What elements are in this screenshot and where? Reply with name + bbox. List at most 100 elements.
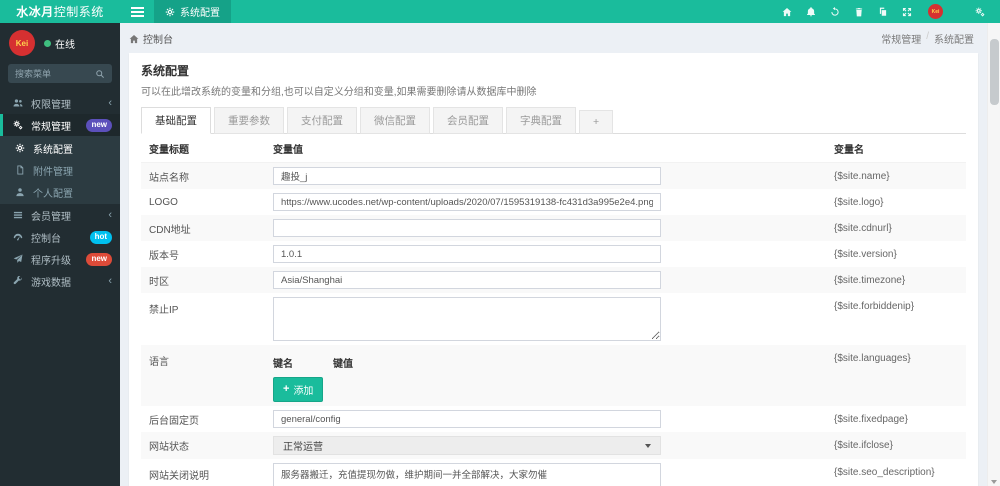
- bell-icon[interactable]: [799, 0, 823, 23]
- sidebar-avatar[interactable]: Kei: [9, 30, 35, 56]
- sidebar-item-system-config[interactable]: 系统配置: [0, 137, 120, 159]
- sidebar-item-general[interactable]: 常规管理 new: [0, 114, 120, 136]
- language-kv-headers: 键名 键值: [273, 355, 818, 370]
- sidebar-item-label: 控制台: [31, 233, 61, 245]
- row-label: 网站关闭说明: [149, 471, 209, 482]
- tab-label: 系统配置: [180, 8, 220, 19]
- wrench-icon: [12, 276, 24, 286]
- sidebar-menu: 权限管理 ‹ 常规管理 new 系统配置 附件管理 个人配置 会员管理 ‹ 控制…: [0, 92, 120, 292]
- table-row: LOGO {$site.logo}: [141, 189, 966, 215]
- selected-option: 正常运营: [283, 442, 323, 453]
- sidebar-item-profile[interactable]: 个人配置: [0, 181, 120, 203]
- send-icon: [12, 254, 24, 264]
- cdn-url-input[interactable]: [273, 219, 661, 237]
- sidebar-avatar-text: Kei: [15, 38, 29, 48]
- sidebar-item-upgrade[interactable]: 程序升级 new: [0, 248, 120, 270]
- row-label: CDN地址: [149, 224, 191, 236]
- table-row: 网站状态 正常运营 {$site.ifclose}: [141, 432, 966, 459]
- main-content: 控制台 常规管理 / 系统配置 系统配置 可以在此增改系统的变量和分组,也可以自…: [120, 23, 1000, 486]
- close-note-textarea[interactable]: 服务器搬迁，充值提现勿做，维护期间一并全部解决，大家勿催: [273, 463, 661, 486]
- trash-icon[interactable]: [847, 0, 871, 23]
- row-varname: {$site.fixedpage}: [834, 413, 908, 425]
- table-row: 网站关闭说明 服务器搬迁，充值提现勿做，维护期间一并全部解决，大家勿催 {$si…: [141, 459, 966, 486]
- tab-wechat-config[interactable]: 微信配置: [360, 107, 430, 134]
- col-header-title: 变量标题: [141, 134, 265, 163]
- search-icon[interactable]: [95, 69, 105, 79]
- key-value-header: 键值: [333, 359, 353, 370]
- breadcrumb-dashboard[interactable]: 控制台: [143, 31, 173, 46]
- tab-important-params[interactable]: 重要参数: [214, 107, 284, 134]
- sidebar-item-permissions[interactable]: 权限管理 ‹: [0, 92, 120, 114]
- version-input[interactable]: [273, 245, 661, 263]
- row-label: 版本号: [149, 250, 179, 262]
- tab-system-config[interactable]: 系统配置: [154, 0, 231, 23]
- brand-bold: 水冰月: [16, 5, 54, 19]
- sidebar-item-dashboard[interactable]: 控制台 hot: [0, 226, 120, 248]
- table-row: 禁止IP {$site.forbiddenip}: [141, 293, 966, 345]
- sidebar: Kei 在线 权限管理 ‹ 常规管理 new: [0, 23, 120, 486]
- row-varname: {$site.version}: [834, 248, 897, 260]
- config-table: 变量标题 变量值 变量名 站点名称 {$site.name} LOGO {$si…: [141, 134, 966, 486]
- row-label: 时区: [149, 276, 169, 288]
- key-name-header: 键名: [273, 359, 293, 370]
- copy-icon[interactable]: [871, 0, 895, 23]
- row-varname: {$site.forbiddenip}: [834, 301, 915, 312]
- tab-dict-config[interactable]: 字典配置: [506, 107, 576, 134]
- row-label: 站点名称: [149, 172, 189, 184]
- user-avatar[interactable]: Kei: [928, 4, 943, 19]
- sidebar-item-attachments[interactable]: 附件管理: [0, 159, 120, 181]
- dashboard-icon: [12, 232, 24, 242]
- refresh-icon[interactable]: [823, 0, 847, 23]
- breadcrumb-section[interactable]: 常规管理: [881, 31, 921, 46]
- online-label: 在线: [55, 39, 75, 51]
- table-row: CDN地址 {$site.cdnurl}: [141, 215, 966, 241]
- site-status-select[interactable]: 正常运营: [273, 436, 661, 455]
- plus-icon: +: [283, 383, 290, 395]
- breadcrumb-separator: /: [926, 31, 929, 42]
- add-button-label: 添加: [293, 386, 314, 397]
- menu-search: [8, 64, 112, 83]
- scrollbar-thumb[interactable]: [990, 39, 999, 105]
- forbidden-ip-textarea[interactable]: [273, 297, 661, 341]
- tab-payment-config[interactable]: 支付配置: [287, 107, 357, 134]
- table-row: 后台固定页 {$site.fixedpage}: [141, 406, 966, 432]
- chevron-left-icon: ‹: [108, 208, 112, 221]
- hot-badge: hot: [89, 230, 112, 244]
- app-logo[interactable]: 水冰月 控制系统: [0, 0, 120, 23]
- home-icon[interactable]: [775, 0, 799, 23]
- row-varname: {$site.seo_description}: [834, 467, 935, 478]
- row-varname: {$site.cdnurl}: [834, 222, 892, 234]
- settings-gears-icon[interactable]: [968, 0, 992, 23]
- sidebar-item-members[interactable]: 会员管理 ‹: [0, 204, 120, 226]
- sidebar-toggle-icon[interactable]: [120, 0, 154, 23]
- breadcrumb: 控制台 常规管理 / 系统配置: [120, 23, 1000, 53]
- row-label: 网站状态: [149, 442, 189, 453]
- sidebar-item-label: 附件管理: [33, 166, 73, 178]
- brand-rest: 控制系统: [53, 5, 104, 19]
- fullscreen-icon[interactable]: [895, 0, 919, 23]
- config-panel: 系统配置 可以在此增改系统的变量和分组,也可以自定义分组和变量,如果需要删除请从…: [129, 53, 978, 486]
- chevron-left-icon: ‹: [108, 274, 112, 287]
- home-icon: [129, 34, 139, 44]
- breadcrumb-page: 系统配置: [934, 35, 974, 46]
- tab-basic-config[interactable]: 基础配置: [141, 107, 211, 134]
- timezone-input[interactable]: [273, 271, 661, 289]
- site-logo-input[interactable]: [273, 193, 661, 211]
- tab-add[interactable]: +: [579, 110, 614, 134]
- site-name-input[interactable]: [273, 167, 661, 185]
- sidebar-submenu: 系统配置 附件管理 个人配置: [0, 136, 120, 204]
- new-badge: new: [86, 118, 112, 132]
- scrollbar-down-arrow-icon[interactable]: [991, 480, 997, 484]
- add-language-button[interactable]: + 添加: [273, 377, 324, 402]
- tab-member-config[interactable]: 会员配置: [433, 107, 503, 134]
- sidebar-item-label: 常规管理: [31, 121, 71, 133]
- page-description: 可以在此增改系统的变量和分组,也可以自定义分组和变量,如果需要删除请从数据库中删…: [141, 87, 537, 98]
- menu-search-input[interactable]: [15, 68, 95, 79]
- row-varname: {$site.ifclose}: [834, 440, 893, 451]
- table-header-row: 变量标题 变量值 变量名: [141, 134, 966, 163]
- chevron-left-icon: ‹: [108, 96, 112, 109]
- fixed-page-input[interactable]: [273, 410, 661, 428]
- caret-down-icon: [645, 443, 651, 448]
- vertical-scrollbar[interactable]: [987, 23, 1000, 486]
- sidebar-item-game-data[interactable]: 游戏数据 ‹: [0, 270, 120, 292]
